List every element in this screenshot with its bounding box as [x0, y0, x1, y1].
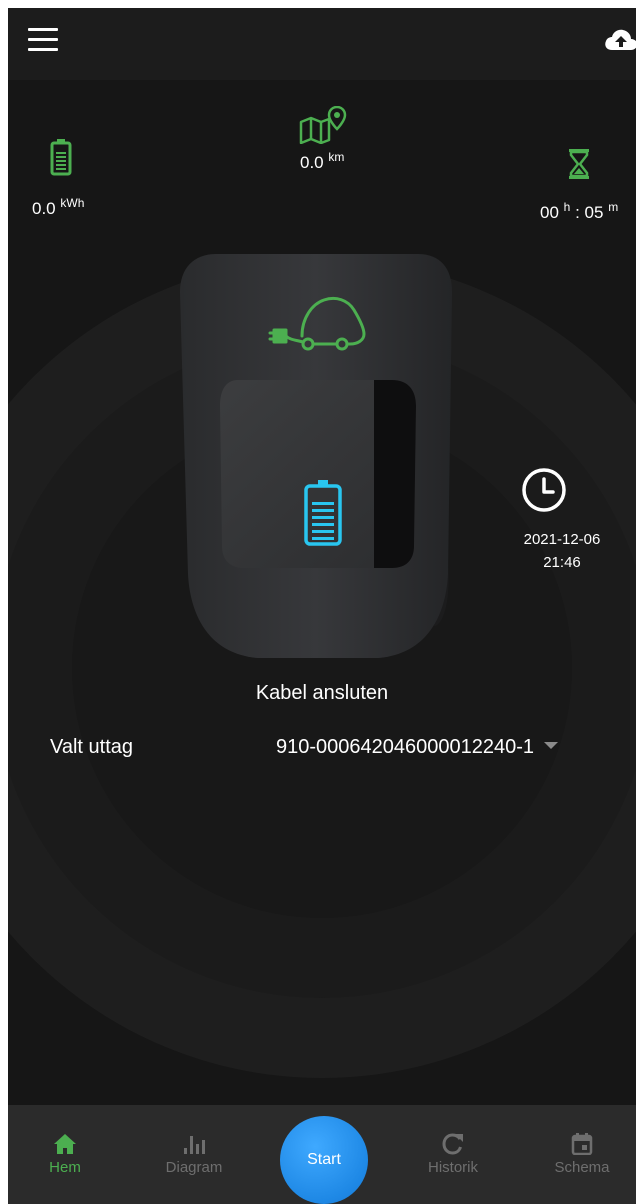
charger-image	[180, 254, 452, 658]
schedule-time: 21:46	[543, 554, 581, 571]
nav-label: Historik	[427, 1159, 478, 1176]
calendar-icon	[571, 1133, 593, 1155]
duration-hours-unit: h	[563, 200, 571, 214]
energy-stat: 0.0 kWh	[32, 196, 84, 219]
distance-unit: km	[328, 150, 345, 164]
outlet-label: Valt uttag	[50, 736, 134, 758]
nav-label: Diagram	[165, 1159, 223, 1176]
duration-stat: 00 h : 05 m	[540, 200, 618, 223]
nav-item-hem[interactable]: Hem	[15, 1133, 115, 1176]
clock-icon	[522, 468, 566, 512]
outlet-selected-value: 910-000642046000012240-1	[276, 736, 535, 758]
schedule-datetime: 2021-12-06 21:46	[506, 528, 618, 574]
refresh-icon	[442, 1133, 463, 1155]
duration-minutes: 05	[584, 203, 604, 222]
cloud-upload-icon[interactable]	[604, 28, 636, 52]
app-screen: 0.0 kWh 0.0 km 00 h : 05 m 2021-12-06 21…	[8, 8, 636, 1204]
energy-unit: kWh	[60, 196, 85, 210]
connection-status: Kabel ansluten	[255, 682, 389, 704]
nav-item-diagram[interactable]: Diagram	[144, 1133, 244, 1176]
menu-icon[interactable]	[28, 28, 58, 52]
duration-separator: :	[575, 203, 580, 222]
distance-stat: 0.0 km	[300, 150, 344, 173]
outlet-select[interactable]: 910-000642046000012240-1	[276, 736, 559, 759]
chevron-down-icon	[544, 742, 559, 749]
duration-hours: 00	[540, 203, 559, 222]
nav-item-historik[interactable]: Historik	[403, 1133, 503, 1176]
hourglass-icon	[569, 149, 589, 179]
top-bar	[8, 8, 636, 80]
duration-minutes-unit: m	[608, 200, 619, 214]
energy-value: 0.0	[32, 199, 56, 218]
nav-label: Hem	[49, 1159, 81, 1176]
home-icon	[54, 1134, 76, 1154]
distance-value: 0.0	[300, 153, 324, 172]
schedule-date: 2021-12-06	[523, 531, 601, 548]
map-pin-icon	[299, 106, 347, 144]
nav-item-schema[interactable]: Schema	[532, 1133, 632, 1176]
start-button[interactable]: Start	[280, 1116, 368, 1204]
nav-label: Schema	[554, 1159, 610, 1176]
battery-icon	[50, 139, 72, 176]
bar-chart-icon	[184, 1136, 205, 1154]
